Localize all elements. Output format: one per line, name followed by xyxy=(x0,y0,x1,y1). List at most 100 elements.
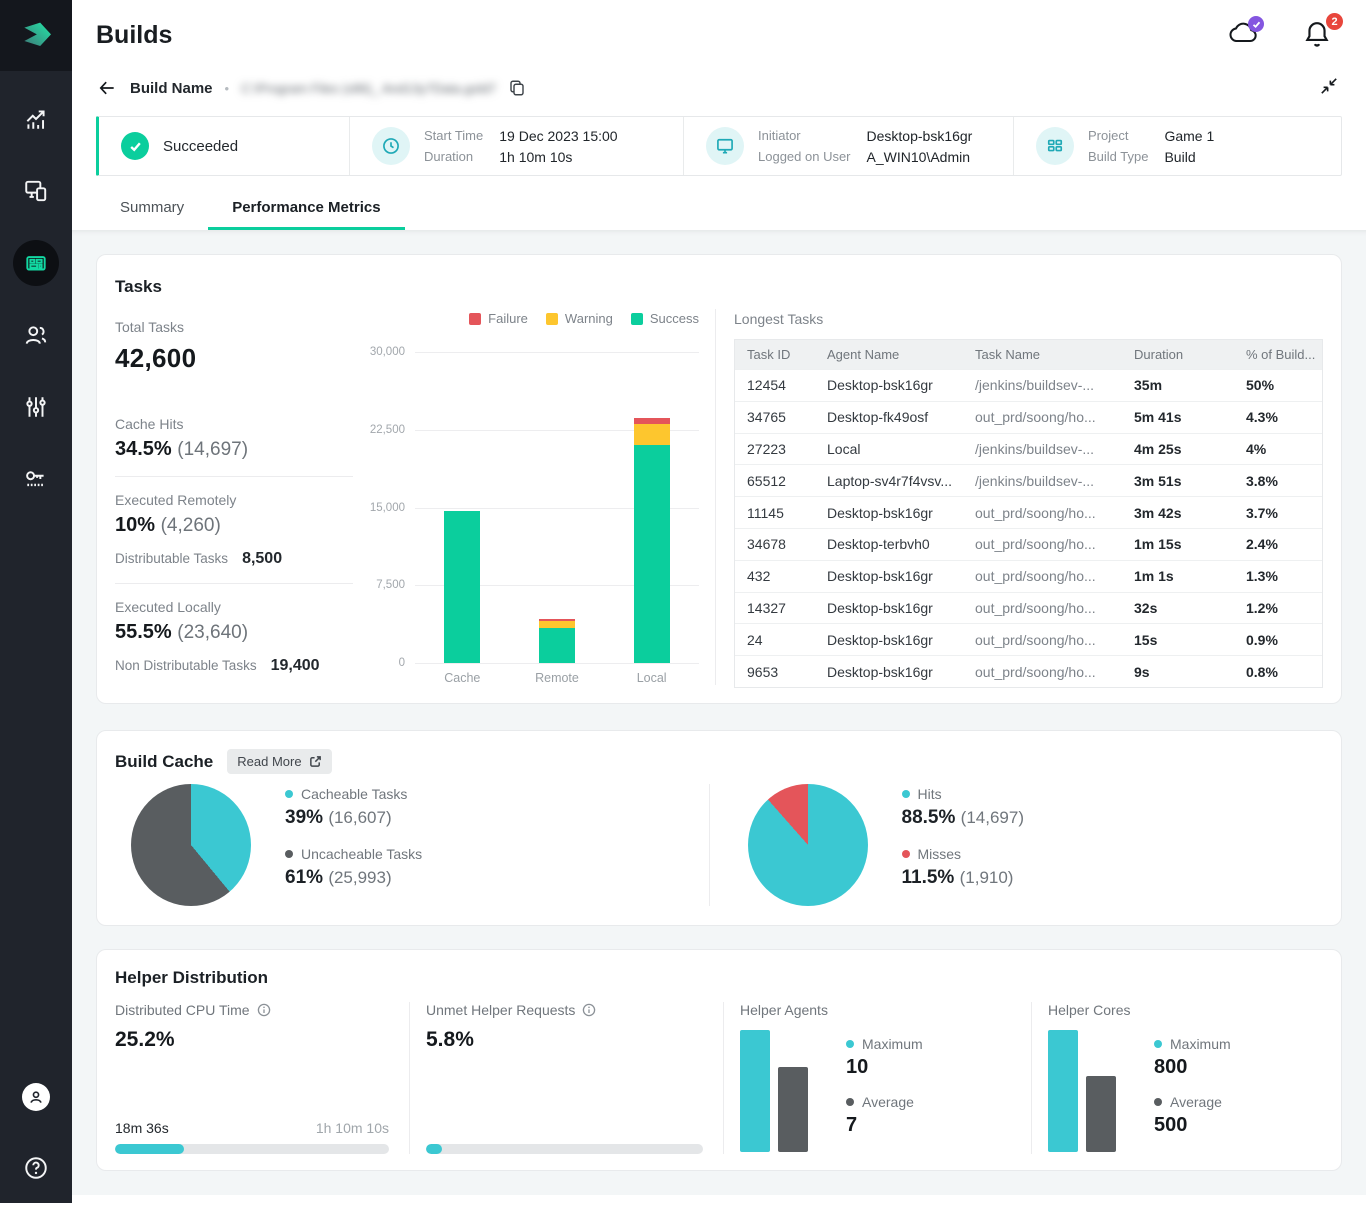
sidebar-item-agents[interactable] xyxy=(0,155,72,227)
executed-remotely-label: Executed Remotely xyxy=(115,492,365,508)
col-header-duration[interactable]: Duration xyxy=(1122,347,1234,362)
bar-remote xyxy=(539,352,575,663)
cpu-time-progress-bar xyxy=(115,1144,389,1154)
cache-hits-pie-chart xyxy=(748,784,868,906)
sidebar-nav xyxy=(0,71,72,515)
info-icon[interactable] xyxy=(257,1003,271,1017)
non-distributable-tasks: Non Distributable Tasks19,400 xyxy=(115,657,365,675)
helper-cores-section: Helper Cores Maximum 800 Av xyxy=(1031,1002,1323,1154)
col-header-pct-of-build[interactable]: % of Build... xyxy=(1234,347,1322,362)
field-value: Build xyxy=(1164,149,1214,165)
info-icon[interactable] xyxy=(582,1003,596,1017)
page-title: Builds xyxy=(96,21,172,50)
avg-bar xyxy=(778,1067,808,1152)
unmet-requests-progress-fill xyxy=(426,1144,442,1154)
table-cell: 24 xyxy=(735,632,815,648)
initiator-section: Initiator Desktop-bsk16gr Logged on User… xyxy=(683,117,1013,175)
field-value: A_WIN10\Admin xyxy=(867,149,973,165)
tasks-chart-legend: FailureWarningSuccess xyxy=(365,311,699,326)
help-icon[interactable] xyxy=(23,1155,49,1181)
build-cache-title: Build Cache xyxy=(115,752,213,772)
table-cell: 14327 xyxy=(735,600,815,616)
table-cell: Desktop-bsk16gr xyxy=(815,664,963,680)
sidebar-item-builds[interactable] xyxy=(0,227,72,299)
table-row[interactable]: 432Desktop-bsk16grout_prd/soong/ho...1m … xyxy=(735,560,1322,592)
app-logo[interactable] xyxy=(0,0,72,71)
table-cell: Laptop-sv4r7f4vsv... xyxy=(815,473,963,489)
table-cell: Local xyxy=(815,441,963,457)
bottom-strip xyxy=(72,1195,1366,1205)
copy-icon xyxy=(508,79,526,97)
cache-hits-section: Hits 88.5% (14,697) Misses 11.5% (1,910) xyxy=(709,784,1324,906)
table-row[interactable]: 27223Local/jenkins/buildsev-...4m 25s4% xyxy=(735,433,1322,465)
x-tick-label: Cache xyxy=(432,671,492,685)
field-label: Start Time xyxy=(424,128,483,143)
cloud-status-button[interactable] xyxy=(1228,20,1262,50)
executed-locally-value: 55.5% (23,640) xyxy=(115,621,365,644)
notifications-button[interactable]: 2 xyxy=(1304,20,1338,50)
plot-area xyxy=(415,352,699,663)
sidebar-item-analytics[interactable] xyxy=(0,83,72,155)
table-row[interactable]: 12454Desktop-bsk16gr/jenkins/buildsev-..… xyxy=(735,369,1322,401)
tab-performance-metrics[interactable]: Performance Metrics xyxy=(208,190,404,230)
build-path-blurred: C:\Program Files (x86)_ And13y7Data.gold… xyxy=(241,81,496,96)
users-icon xyxy=(23,322,49,348)
builds-icon xyxy=(23,250,49,276)
table-row[interactable]: 34765Desktop-fk49osfout_prd/soong/ho...5… xyxy=(735,401,1322,433)
agents-icon xyxy=(23,178,49,204)
table-cell: 4.3% xyxy=(1234,409,1322,425)
sidebar-item-users[interactable] xyxy=(0,299,72,371)
table-row[interactable]: 9653Desktop-bsk16grout_prd/soong/ho...9s… xyxy=(735,655,1322,687)
bar-segment-success xyxy=(634,445,670,663)
sidebar-item-settings[interactable] xyxy=(0,371,72,443)
user-avatar[interactable] xyxy=(22,1083,50,1111)
agents-average-legend: Average 7 xyxy=(846,1094,923,1137)
col-header-agent-name[interactable]: Agent Name xyxy=(815,347,963,362)
table-cell: 432 xyxy=(735,568,815,584)
tab-summary[interactable]: Summary xyxy=(96,190,208,230)
y-tick-label: 0 xyxy=(399,657,405,669)
table-cell: 15s xyxy=(1122,632,1234,648)
grid-glyph xyxy=(1045,136,1065,156)
table-cell: out_prd/soong/ho... xyxy=(963,409,1122,425)
cache-hits-label: Cache Hits xyxy=(115,416,365,432)
external-link-icon xyxy=(309,755,322,768)
collapse-button[interactable] xyxy=(1320,77,1338,100)
bar-segment-success xyxy=(444,511,480,663)
col-header-task-id[interactable]: Task ID xyxy=(735,347,815,362)
cores-average-legend: Average 500 xyxy=(1154,1094,1231,1137)
table-cell: /jenkins/buildsev-... xyxy=(963,441,1122,457)
helper-agents-section: Helper Agents Maximum 10 Av xyxy=(723,1002,1031,1154)
back-button[interactable] xyxy=(96,77,118,99)
table-cell: /jenkins/buildsev-... xyxy=(963,377,1122,393)
copy-button[interactable] xyxy=(508,79,526,97)
table-cell: 1.3% xyxy=(1234,568,1322,584)
monitor-icon xyxy=(706,127,744,165)
sliders-icon xyxy=(23,394,49,420)
field-label: Build Type xyxy=(1088,149,1148,164)
x-axis-labels: CacheRemoteLocal xyxy=(415,671,699,685)
table-cell: 3m 51s xyxy=(1122,473,1234,489)
person-icon xyxy=(27,1088,45,1106)
table-row[interactable]: 34678Desktop-terbvh0out_prd/soong/ho...1… xyxy=(735,528,1322,560)
build-status-bar: Succeeded Start Time 19 Dec 2023 15:00 D… xyxy=(96,116,1342,176)
distributed-cpu-time-value: 25.2% xyxy=(115,1028,389,1052)
x-tick-label: Local xyxy=(622,671,682,685)
table-row[interactable]: 65512Laptop-sv4r7f4vsv.../jenkins/builds… xyxy=(735,464,1322,496)
col-header-task-name[interactable]: Task Name xyxy=(963,347,1122,362)
table-row[interactable]: 14327Desktop-bsk16grout_prd/soong/ho...3… xyxy=(735,592,1322,624)
field-value: 1h 10m 10s xyxy=(499,149,617,165)
sidebar-item-license[interactable] xyxy=(0,443,72,515)
field-value: Desktop-bsk16gr xyxy=(867,128,973,144)
build-name-label: Build Name xyxy=(130,80,213,97)
read-more-button[interactable]: Read More xyxy=(227,749,331,774)
legend-item: Warning xyxy=(546,311,613,326)
table-row[interactable]: 24Desktop-bsk16grout_prd/soong/ho...15s0… xyxy=(735,623,1322,655)
table-cell: 3.8% xyxy=(1234,473,1322,489)
executed-remotely-value: 10% (4,260) xyxy=(115,514,365,537)
table-cell: 2.4% xyxy=(1234,536,1322,552)
helper-distribution-title: Helper Distribution xyxy=(115,968,1323,988)
table-row[interactable]: 11145Desktop-bsk16grout_prd/soong/ho...3… xyxy=(735,496,1322,528)
tab-bar: Summary Performance Metrics xyxy=(72,190,1366,230)
sidebar xyxy=(0,0,72,1203)
